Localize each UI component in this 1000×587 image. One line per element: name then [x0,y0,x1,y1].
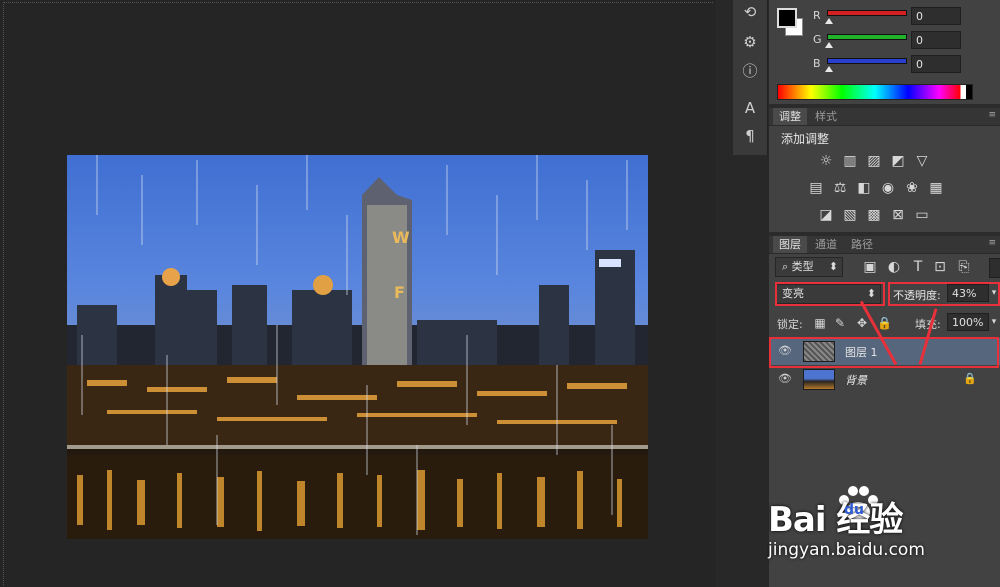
levels-icon[interactable]: ▥ [841,153,859,169]
selective-color-icon[interactable]: ⊠ [889,207,907,223]
properties-icon[interactable]: ⚙ [737,30,763,54]
layer-name[interactable]: 背景 [845,372,867,388]
pixel-filter-icon[interactable]: ▣ [861,259,879,275]
svg-text:W: W [392,228,410,247]
svg-text:F: F [394,283,405,302]
filter-toggle[interactable] [989,258,1000,278]
hue-saturation-icon[interactable]: ▤ [807,180,825,196]
history-icon[interactable]: ⟲ [737,0,763,24]
exposure-icon[interactable]: ◩ [889,153,907,169]
panel-menu-icon[interactable]: ≡ [988,110,996,120]
channel-g-knob[interactable] [825,42,833,48]
info-icon[interactable]: ⓘ [737,58,763,82]
lock-image-pixels-icon[interactable]: ✎ [833,316,847,330]
layer-row-background[interactable]: 👁 背景 🔒 [769,366,1000,393]
lock-label: 锁定: [777,318,803,331]
panel-icon-strip: ⟲ ⚙ ⓘ A ¶ [733,0,768,155]
channel-r-label: R [813,9,821,22]
add-adjustment-heading: 添加调整 [781,132,830,146]
vibrance-icon[interactable]: ▽ [913,153,931,169]
color-spectrum-ramp[interactable] [777,84,973,100]
fill-field[interactable]: 100% [947,313,989,331]
search-icon: ⌕ [782,260,792,273]
channel-g-value[interactable]: 0 [911,31,961,49]
panel-menu-icon[interactable]: ≡ [988,238,996,248]
color-swatches[interactable] [775,6,803,36]
channel-b-slider[interactable] [827,58,907,64]
channel-b-label: B [813,57,821,70]
tab-layers[interactable]: 图层 [773,236,807,253]
layers-tab-row: 图层 通道 路径 ≡ [769,236,1000,254]
fill-dropdown-arrow-icon[interactable]: ▾ [988,313,1000,331]
tab-styles[interactable]: 样式 [809,108,843,125]
lock-position-icon[interactable]: ✥ [855,316,869,330]
threshold-icon[interactable]: ▩ [865,207,883,223]
channel-r-value[interactable]: 0 [911,7,961,25]
layer-lock-icon: 🔒 [963,372,977,385]
layer-thumbnail [803,369,835,390]
document-canvas-area[interactable]: W F [0,0,716,587]
color-lookup-icon[interactable]: ▦ [927,180,945,196]
posterize-icon[interactable]: ▧ [841,207,859,223]
black-white-icon[interactable]: ◧ [855,180,873,196]
gradient-map-icon[interactable]: ▭ [913,207,931,223]
city-night-rain-picture: W F [67,155,648,539]
filter-kind-value: 类型 [791,260,814,273]
shape-filter-icon[interactable]: ⊡ [931,259,949,275]
tab-channels[interactable]: 通道 [809,236,843,253]
paragraph-icon[interactable]: ¶ [737,124,763,148]
dropdown-arrow-icon: ⬍ [828,260,838,273]
tab-adjustments[interactable]: 调整 [773,108,807,125]
channel-b-value[interactable]: 0 [911,55,961,73]
channel-r-knob[interactable] [825,18,833,24]
watermark-url: jingyan.baidu.com [768,540,925,560]
foreground-color-swatch[interactable] [777,8,797,28]
color-balance-icon[interactable]: ⚖ [831,180,849,196]
baidu-logo-text: Bai 经验 [768,500,903,540]
document-image-city-rain[interactable]: W F [67,155,648,539]
baidu-jingyan-watermark: Bai 经验 du jingyan.baidu.com [760,478,1000,587]
channel-b-knob[interactable] [825,66,833,72]
brightness-contrast-icon[interactable]: ☼ [817,153,835,169]
blend-mode-highlight-box [775,282,885,306]
lock-all-icon[interactable]: 🔒 [877,316,892,330]
type-filter-icon[interactable]: T [909,259,927,275]
tab-paths[interactable]: 路径 [845,236,879,253]
visibility-eye-icon[interactable]: 👁 [777,372,793,386]
adjustment-filter-icon[interactable]: ◐ [885,259,903,275]
smart-object-filter-icon[interactable]: ⎘ [955,259,973,275]
curves-icon[interactable]: ▨ [865,153,883,169]
photo-filter-icon[interactable]: ◉ [879,180,897,196]
adjustments-tab-row: 调整 样式 ≡ [769,108,1000,126]
invert-icon[interactable]: ◪ [817,207,835,223]
channel-g-slider[interactable] [827,34,907,40]
channel-mixer-icon[interactable]: ❀ [903,180,921,196]
channel-r-slider[interactable] [827,10,907,16]
channel-g-label: G [813,33,822,46]
character-icon[interactable]: A [737,96,763,120]
opacity-highlight-box [888,282,1000,306]
baidu-logo-du: du [844,502,864,518]
layer-filter-kind-dropdown[interactable]: ⌕ 类型 ⬍ [775,257,843,277]
lock-transparent-pixels-icon[interactable]: ▦ [813,316,827,330]
